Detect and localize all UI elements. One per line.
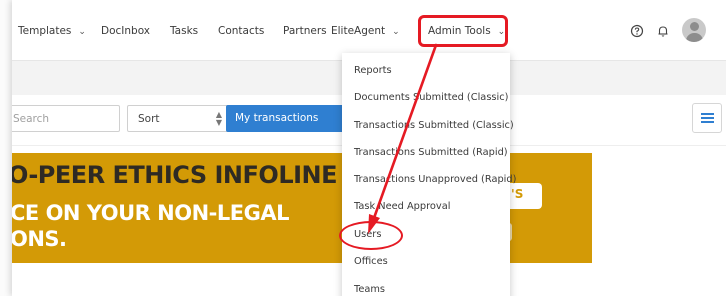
app-window: Templates ⌄ DocInbox Tasks Contacts Partn…: [12, 0, 726, 296]
annotation-arrow: [368, 43, 438, 234]
